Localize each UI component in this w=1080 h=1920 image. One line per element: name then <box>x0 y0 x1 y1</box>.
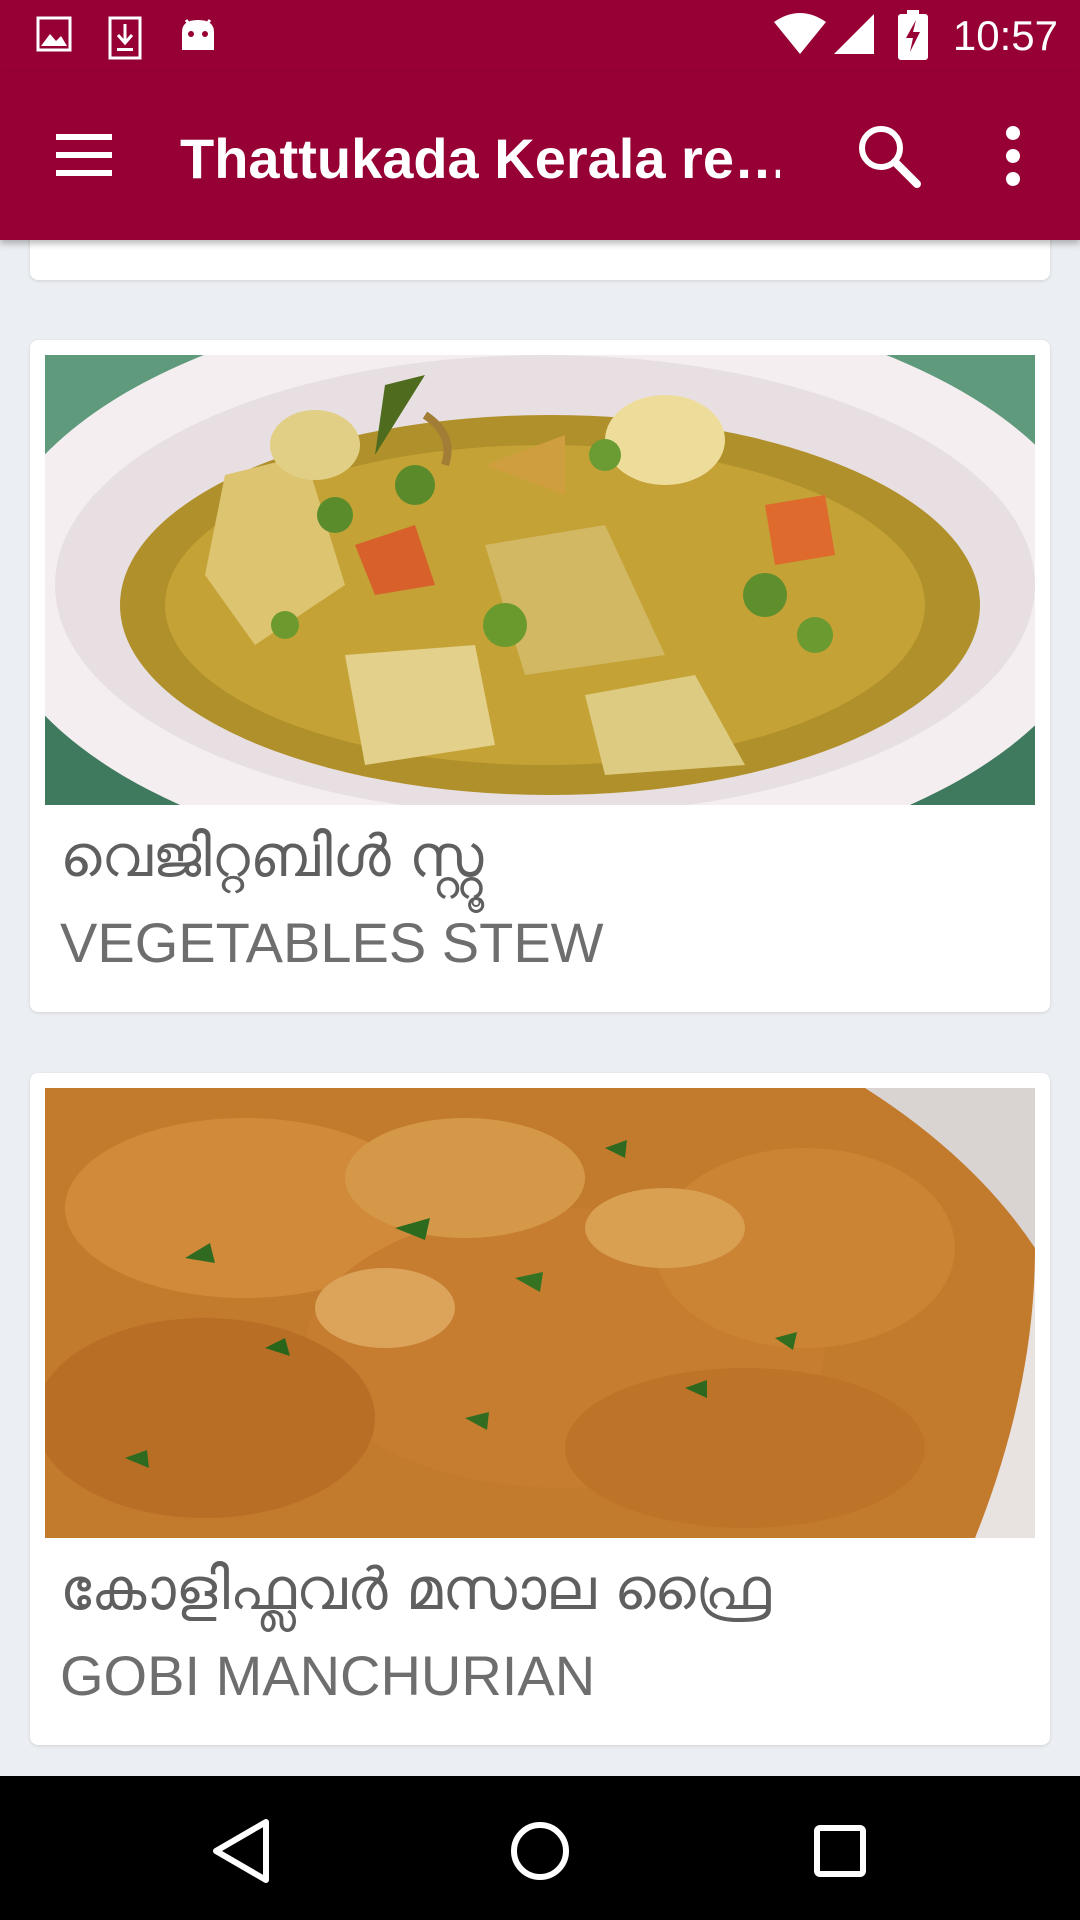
recipe-card-vegetables-stew[interactable]: വെജിറ്റബിൾ സ്റ്റൂ VEGETABLES STEW <box>30 340 1050 1012</box>
status-time: 10:57 <box>952 12 1058 59</box>
recipe-card-gobi-manchurian[interactable]: കോളിഫ്ലവർ മസാല ഫ്രൈ GOBI MANCHURIAN <box>30 1073 1050 1745</box>
wifi-icon <box>774 13 826 54</box>
system-navigation-bar <box>0 1776 1080 1920</box>
recipe-subtitle: GOBI MANCHURIAN <box>60 1644 596 1707</box>
recents-button[interactable] <box>795 1806 885 1896</box>
search-button[interactable] <box>855 120 925 192</box>
more-vert-icon <box>1006 126 1020 140</box>
more-dot <box>1006 149 1020 163</box>
back-button[interactable] <box>196 1806 286 1896</box>
search-icon <box>859 126 921 188</box>
recipe-list[interactable]: EGG ROAST <box>0 240 1080 1776</box>
recents-square-icon <box>814 1825 866 1877</box>
recipe-card-egg-roast[interactable]: EGG ROAST <box>30 240 1050 280</box>
hamburger-line <box>56 152 112 158</box>
more-dot <box>1006 172 1020 186</box>
app-bar: Thattukada Kerala re… <box>0 72 1080 240</box>
battery-charging-icon <box>898 10 928 60</box>
app-title: Thattukada Kerala re… <box>180 127 780 190</box>
status-bar: 10:57 <box>0 0 1080 72</box>
more-options-button[interactable] <box>990 120 1036 192</box>
navigation-drawer-button[interactable] <box>48 124 114 186</box>
home-button[interactable] <box>495 1806 585 1896</box>
hamburger-line <box>56 170 112 176</box>
recipe-subtitle: EGG ROAST <box>90 240 423 249</box>
recipe-image-gobi-manchurian <box>45 1088 1035 1538</box>
recipe-title-malayalam: വെജിറ്റബിൾ സ്റ്റൂ <box>60 822 484 890</box>
image-icon <box>36 16 72 52</box>
android-icon <box>182 19 214 50</box>
recipe-title-malayalam: കോളിഫ്ലവർ മസാല ഫ്രൈ <box>60 1555 771 1623</box>
signal-icon <box>834 14 874 54</box>
home-circle-icon <box>511 1822 569 1880</box>
back-triangle-icon <box>213 1819 269 1883</box>
hamburger-menu-icon <box>56 134 112 140</box>
recipe-subtitle: VEGETABLES STEW <box>60 911 604 974</box>
recipe-image-vegetables-stew <box>45 355 1035 805</box>
download-icon <box>108 16 142 60</box>
